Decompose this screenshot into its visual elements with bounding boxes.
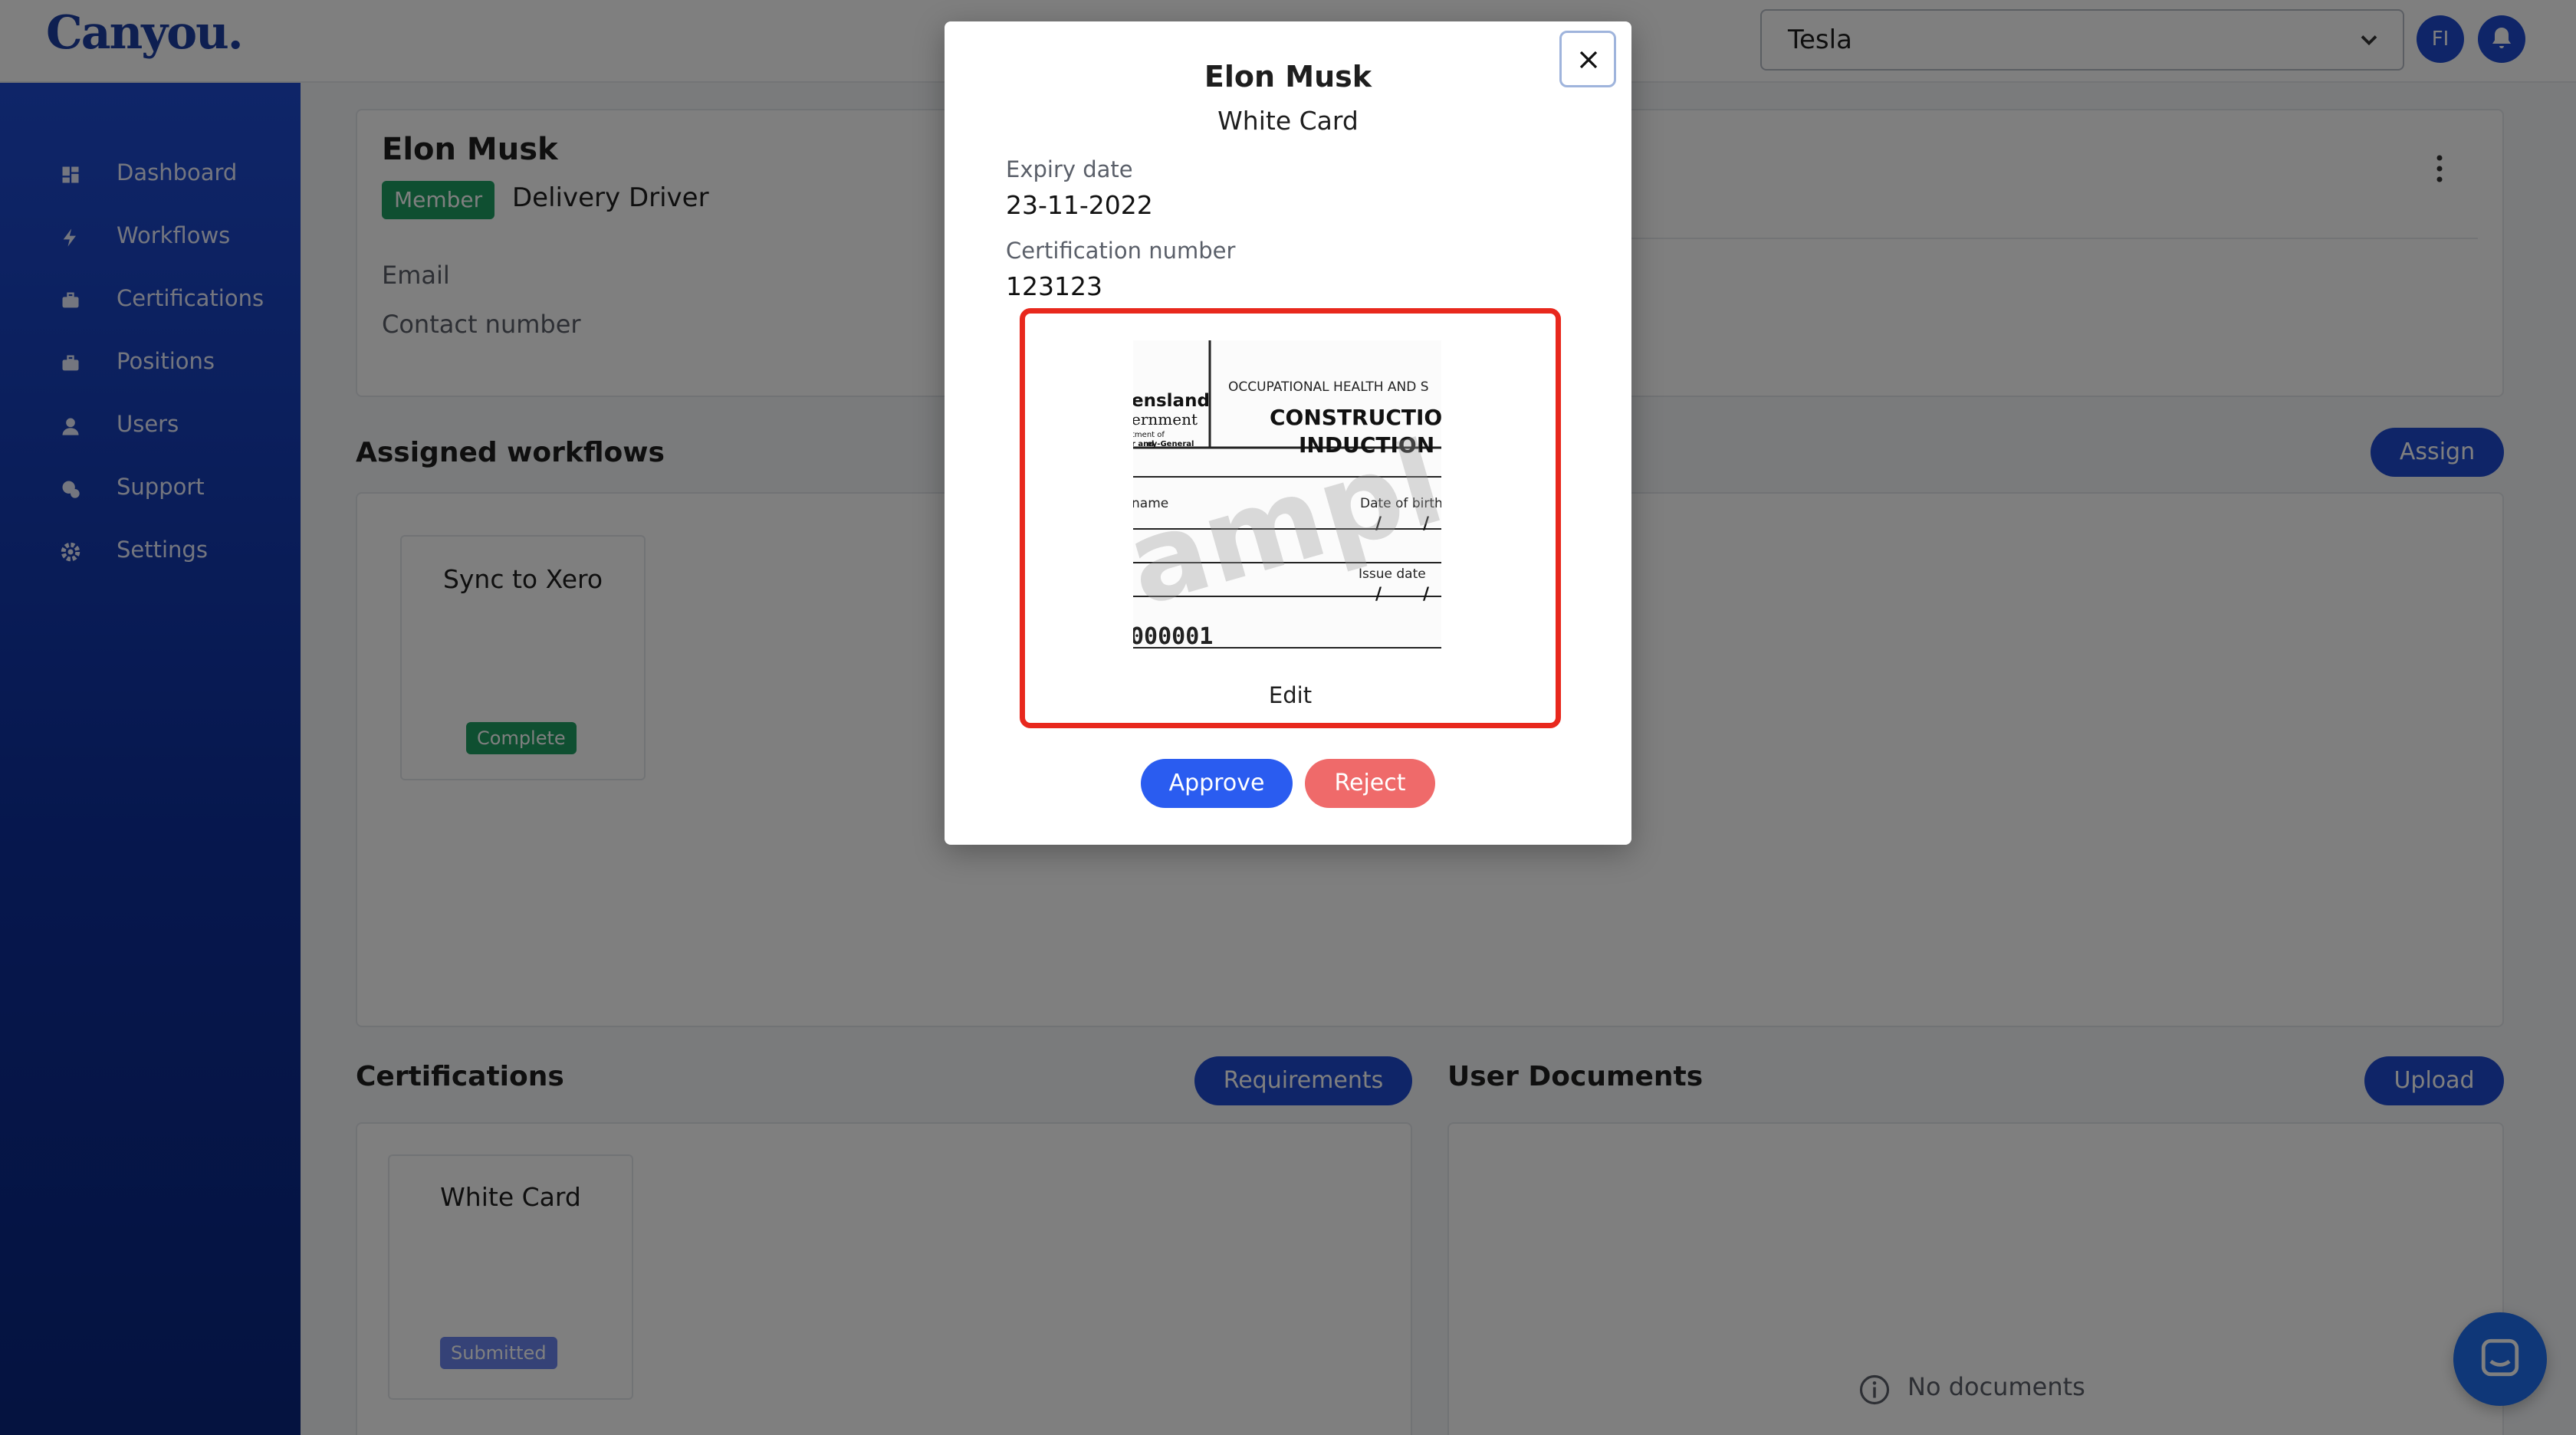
certificate-image[interactable]: ensland ernment tment of r and ey-Genera… <box>1133 340 1441 649</box>
reject-button[interactable]: Reject <box>1305 759 1435 808</box>
card-org-line3: tment of <box>1133 431 1165 439</box>
expiry-date-label: Expiry date <box>1006 156 1133 182</box>
svg-text:/: / <box>1375 585 1382 604</box>
card-heading-small: OCCUPATIONAL HEALTH AND S <box>1228 379 1429 395</box>
card-org-line1: ensland <box>1133 391 1210 411</box>
edit-image-link[interactable]: Edit <box>1020 682 1561 708</box>
certificate-image-drawing: ensland ernment tment of r and ey-Genera… <box>1133 340 1441 649</box>
card-org-line5: ey-General <box>1147 440 1194 448</box>
certification-number-value: 123123 <box>1006 271 1102 301</box>
modal-title: Elon Musk <box>1204 60 1372 94</box>
approve-button[interactable]: Approve <box>1141 759 1293 808</box>
svg-text:/: / <box>1423 585 1430 604</box>
certification-number-label: Certification number <box>1006 238 1236 264</box>
card-number: 000001 <box>1133 623 1213 649</box>
card-org-line2: ernment <box>1133 410 1198 429</box>
modal-subtitle: White Card <box>1217 106 1359 136</box>
expiry-date-value: 23-11-2022 <box>1006 190 1153 220</box>
